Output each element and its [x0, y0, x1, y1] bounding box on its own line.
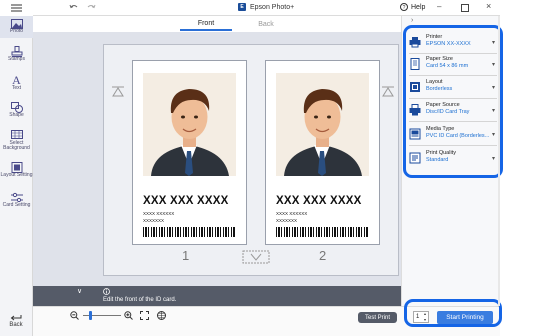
- collapse-panel-icon[interactable]: ›: [411, 17, 413, 24]
- tool-stamps[interactable]: Stamps: [0, 46, 33, 68]
- tray-alignment-mark-right: [382, 86, 394, 97]
- hamburger-icon: [11, 4, 22, 12]
- chevron-down-icon[interactable]: ∨: [77, 287, 82, 295]
- svg-text:?: ?: [403, 5, 406, 11]
- tab-back[interactable]: Back: [240, 17, 292, 31]
- instruction-bar: ∨ Edit the front of the ID card.: [33, 286, 401, 306]
- back-button[interactable]: Back: [0, 306, 33, 336]
- print-highlight: [404, 299, 502, 327]
- card-name[interactable]: XXX XXX XXXX: [143, 195, 229, 207]
- tool-card-setting[interactable]: Card Setting: [0, 192, 33, 218]
- zoom-slider-thumb[interactable]: [89, 311, 92, 320]
- card-number-2: 2: [319, 248, 327, 263]
- maximize-button[interactable]: [461, 4, 469, 12]
- tool-label: Select Background: [3, 140, 30, 151]
- tool-label: Stamps: [8, 56, 25, 62]
- tool-label: Card Setting: [2, 202, 31, 208]
- grid-icon[interactable]: [157, 311, 166, 320]
- window-title: E Epson Photo+: [238, 3, 294, 11]
- card-line-1[interactable]: XXXX XXXXXX: [143, 211, 174, 216]
- card-slot-2[interactable]: XXX XXX XXXX XXXX XXXXXX XXXXXXX: [265, 60, 380, 245]
- tool-label: Photo: [9, 28, 24, 34]
- help-label: Help: [411, 3, 426, 11]
- barcode: [143, 227, 236, 237]
- zoom-out-icon[interactable]: [70, 311, 79, 320]
- barcode: [276, 227, 369, 237]
- tool-label: Shape: [9, 112, 24, 118]
- minimize-button[interactable]: –: [437, 2, 441, 11]
- tool-layout-setting[interactable]: Layout Setting: [0, 162, 33, 188]
- tool-select-background[interactable]: Select Background: [0, 130, 33, 156]
- info-icon: [103, 288, 110, 295]
- zoom-in-icon[interactable]: [124, 311, 133, 320]
- app-title: Epson Photo+: [250, 3, 295, 11]
- app-logo: E: [238, 3, 246, 11]
- back-label: Back: [9, 322, 23, 328]
- card-line-2[interactable]: XXXXXXX: [143, 218, 164, 223]
- tool-label: Layout Setting: [0, 172, 33, 178]
- portrait-photo[interactable]: [276, 73, 369, 176]
- card-line-2[interactable]: XXXXXXX: [276, 218, 297, 223]
- undo-icon[interactable]: [69, 3, 78, 12]
- person-portrait: [284, 89, 362, 176]
- person-portrait: [151, 89, 229, 176]
- tray-alignment-mark-left: [112, 86, 124, 97]
- card-number-1: 1: [182, 248, 190, 263]
- instruction-text: Edit the front of the ID card.: [103, 297, 177, 303]
- card-name[interactable]: XXX XXX XXXX: [276, 195, 362, 207]
- left-toolbar: Photo Stamps A Text Shape Select Backgro…: [0, 16, 33, 336]
- settings-highlight: [403, 25, 503, 178]
- card-slot-1[interactable]: XXX XXX XXXX XXXX XXXXXX XXXXXXX: [132, 60, 247, 245]
- tool-text[interactable]: A Text: [0, 74, 33, 96]
- panel-scrollbar[interactable]: [498, 16, 500, 306]
- test-print-button[interactable]: Test Print: [358, 312, 397, 323]
- tab-front[interactable]: Front: [180, 17, 232, 31]
- close-button[interactable]: ×: [486, 1, 491, 11]
- side-tabs: Front Back: [180, 17, 340, 31]
- portrait-photo[interactable]: [143, 73, 236, 176]
- redo-icon[interactable]: [87, 3, 96, 12]
- help-icon: ?: [400, 3, 408, 11]
- fit-to-screen-icon[interactable]: [140, 311, 149, 320]
- help-button[interactable]: ? Help: [400, 3, 425, 11]
- card-line-1[interactable]: XXXX XXXXXX: [276, 211, 307, 216]
- tray-insert-arrow-icon: [242, 250, 270, 264]
- tool-shape[interactable]: Shape: [0, 102, 33, 124]
- tool-photo[interactable]: Photo: [0, 16, 33, 38]
- back-arrow-icon: [10, 315, 22, 321]
- tool-label: Text: [11, 85, 22, 91]
- menu-button[interactable]: [0, 0, 33, 16]
